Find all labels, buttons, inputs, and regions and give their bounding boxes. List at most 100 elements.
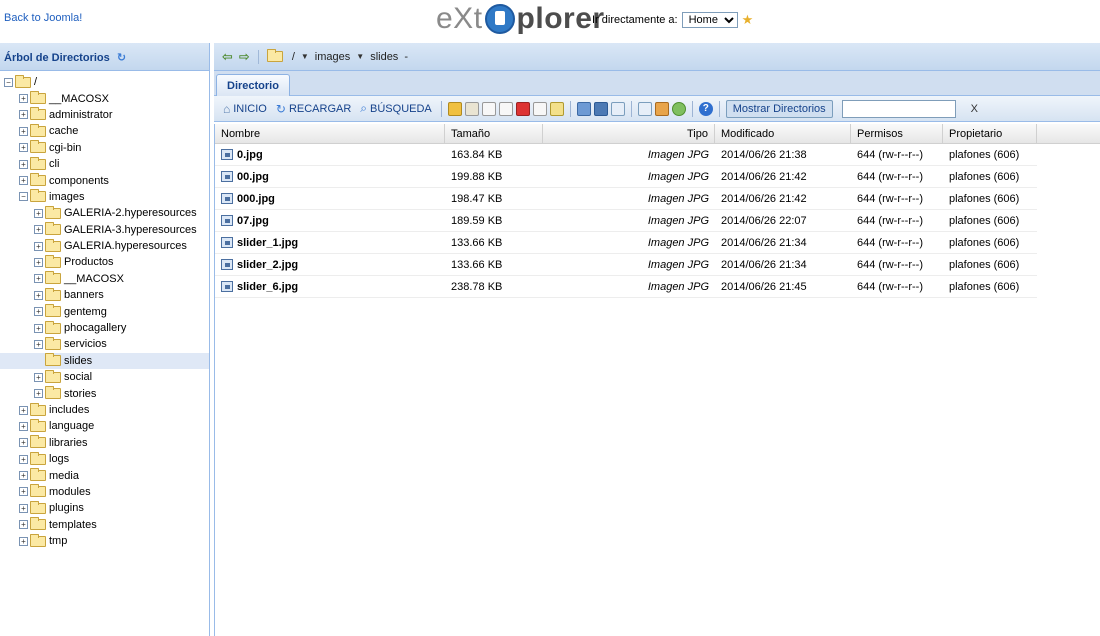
- expand-icon[interactable]: +: [34, 307, 43, 317]
- expand-icon[interactable]: +: [34, 389, 43, 399]
- path-dropdown-icon[interactable]: ▼: [301, 52, 309, 61]
- tree-node[interactable]: + social: [0, 369, 209, 385]
- expand-icon[interactable]: +: [34, 274, 43, 284]
- tree-node[interactable]: + libraries: [0, 435, 209, 451]
- expand-icon[interactable]: +: [19, 159, 28, 169]
- tree-node[interactable]: + media: [0, 467, 209, 483]
- expand-icon[interactable]: +: [34, 225, 43, 235]
- search-button[interactable]: ⌕ BÚSQUEDA: [357, 99, 434, 119]
- expand-icon[interactable]: +: [19, 143, 28, 153]
- path-root[interactable]: /: [292, 51, 295, 63]
- expand-icon[interactable]: +: [19, 110, 28, 120]
- table-row[interactable]: 07.jpg 189.59 KB Imagen JPG 2014/06/26 22:0…: [215, 210, 1037, 232]
- tree-node[interactable]: + logs: [0, 451, 209, 467]
- delete-icon[interactable]: [515, 101, 530, 116]
- path-dropdown-icon[interactable]: -: [404, 51, 408, 63]
- tree-node[interactable]: + gentemg: [0, 303, 209, 319]
- view-icon[interactable]: [576, 101, 591, 116]
- column-header-name[interactable]: Nombre: [215, 124, 445, 144]
- extract-icon[interactable]: [671, 101, 686, 116]
- tree-node[interactable]: + language: [0, 418, 209, 434]
- forward-arrow-icon[interactable]: ⇨: [239, 49, 250, 65]
- expand-icon[interactable]: +: [34, 372, 43, 382]
- tree-node[interactable]: + GALERIA-2.hyperesources: [0, 205, 209, 221]
- expand-icon[interactable]: +: [19, 438, 28, 448]
- reload-button[interactable]: ↻ RECARGAR: [273, 99, 354, 119]
- expand-icon[interactable]: +: [19, 487, 28, 497]
- column-header-type[interactable]: Tipo: [543, 124, 715, 144]
- expand-icon[interactable]: +: [19, 126, 28, 136]
- expand-icon[interactable]: +: [34, 241, 43, 251]
- upload-icon[interactable]: [637, 101, 652, 116]
- table-row[interactable]: slider_1.jpg 133.66 KB Imagen JPG 2014/06/2…: [215, 232, 1037, 254]
- download-icon[interactable]: [610, 101, 625, 116]
- expand-icon[interactable]: +: [19, 94, 28, 104]
- expand-icon[interactable]: +: [19, 405, 28, 415]
- goto-select[interactable]: Home: [681, 12, 738, 28]
- table-row[interactable]: 000.jpg 198.47 KB Imagen JPG 2014/06/26 21:…: [215, 188, 1037, 210]
- expand-icon[interactable]: +: [19, 520, 28, 530]
- tree-node[interactable]: + phocagallery: [0, 320, 209, 336]
- tree-node[interactable]: + stories: [0, 385, 209, 401]
- expand-icon[interactable]: +: [19, 176, 28, 186]
- expand-icon[interactable]: +: [19, 471, 28, 481]
- tree-node[interactable]: + servicios: [0, 336, 209, 352]
- expand-icon[interactable]: +: [19, 454, 28, 464]
- tree-node[interactable]: − /: [0, 74, 209, 90]
- expand-icon[interactable]: +: [34, 339, 43, 349]
- tree-node[interactable]: + components: [0, 172, 209, 188]
- chmod-icon[interactable]: [549, 101, 564, 116]
- column-header-permissions[interactable]: Permisos: [851, 124, 943, 144]
- table-row[interactable]: 0.jpg 163.84 KB Imagen JPG 2014/06/26 21:38…: [215, 144, 1037, 166]
- tree-node[interactable]: + GALERIA-3.hyperesources: [0, 222, 209, 238]
- tree-node[interactable]: + plugins: [0, 500, 209, 516]
- tab-directorio[interactable]: Directorio: [216, 74, 290, 96]
- tree-node[interactable]: + GALERIA.hyperesources: [0, 238, 209, 254]
- reload-tree-icon[interactable]: ↻: [117, 52, 126, 64]
- filter-input[interactable]: [841, 99, 956, 118]
- collapse-icon[interactable]: −: [19, 192, 28, 202]
- collapse-icon[interactable]: −: [4, 77, 13, 87]
- tree-node[interactable]: − images: [0, 189, 209, 205]
- expand-icon[interactable]: +: [19, 536, 28, 546]
- archive-icon[interactable]: [654, 101, 669, 116]
- properties-icon[interactable]: [593, 101, 608, 116]
- tree-node[interactable]: slides: [0, 352, 209, 370]
- copy-icon[interactable]: [481, 101, 496, 116]
- expand-icon[interactable]: +: [34, 290, 43, 300]
- new-file-icon[interactable]: [447, 101, 462, 116]
- expand-icon[interactable]: +: [19, 503, 28, 513]
- tree-node[interactable]: + cli: [0, 156, 209, 172]
- path-dropdown-icon[interactable]: ▼: [356, 52, 364, 61]
- column-header-size[interactable]: Tamaño: [445, 124, 543, 144]
- table-row[interactable]: slider_2.jpg 133.66 KB Imagen JPG 2014/06/2…: [215, 254, 1037, 276]
- expand-icon[interactable]: +: [34, 257, 43, 267]
- tree-node[interactable]: + Productos: [0, 254, 209, 270]
- home-button[interactable]: ⌂ INICIO: [220, 99, 270, 119]
- path-segment-images[interactable]: images: [315, 51, 350, 63]
- expand-icon[interactable]: +: [19, 421, 28, 431]
- back-arrow-icon[interactable]: ⇦: [222, 49, 233, 65]
- back-to-joomla-link[interactable]: Back to Joomla!: [4, 12, 82, 24]
- tree-node[interactable]: + tmp: [0, 533, 209, 549]
- tree-node[interactable]: + banners: [0, 287, 209, 303]
- tree-node[interactable]: + includes: [0, 402, 209, 418]
- rename-icon[interactable]: [532, 101, 547, 116]
- tree-node[interactable]: + __MACOSX: [0, 90, 209, 106]
- column-header-modified[interactable]: Modificado: [715, 124, 851, 144]
- clear-filter-button[interactable]: X: [971, 103, 978, 115]
- tree-node[interactable]: + cache: [0, 123, 209, 139]
- expand-icon[interactable]: +: [34, 323, 43, 333]
- edit-icon[interactable]: [464, 101, 479, 116]
- expand-icon[interactable]: +: [34, 208, 43, 218]
- help-icon[interactable]: ?: [698, 101, 713, 116]
- move-icon[interactable]: [498, 101, 513, 116]
- tree-node[interactable]: + administrator: [0, 107, 209, 123]
- column-header-owner[interactable]: Propietario: [943, 124, 1037, 144]
- path-segment-slides[interactable]: slides: [370, 51, 398, 63]
- bookmark-star-icon[interactable]: ★: [742, 12, 754, 28]
- tree-node[interactable]: + __MACOSX: [0, 271, 209, 287]
- table-row[interactable]: slider_6.jpg 238.78 KB Imagen JPG 2014/06/2…: [215, 276, 1037, 298]
- show-directories-button[interactable]: Mostrar Directorios: [725, 99, 833, 118]
- tree-node[interactable]: + cgi-bin: [0, 140, 209, 156]
